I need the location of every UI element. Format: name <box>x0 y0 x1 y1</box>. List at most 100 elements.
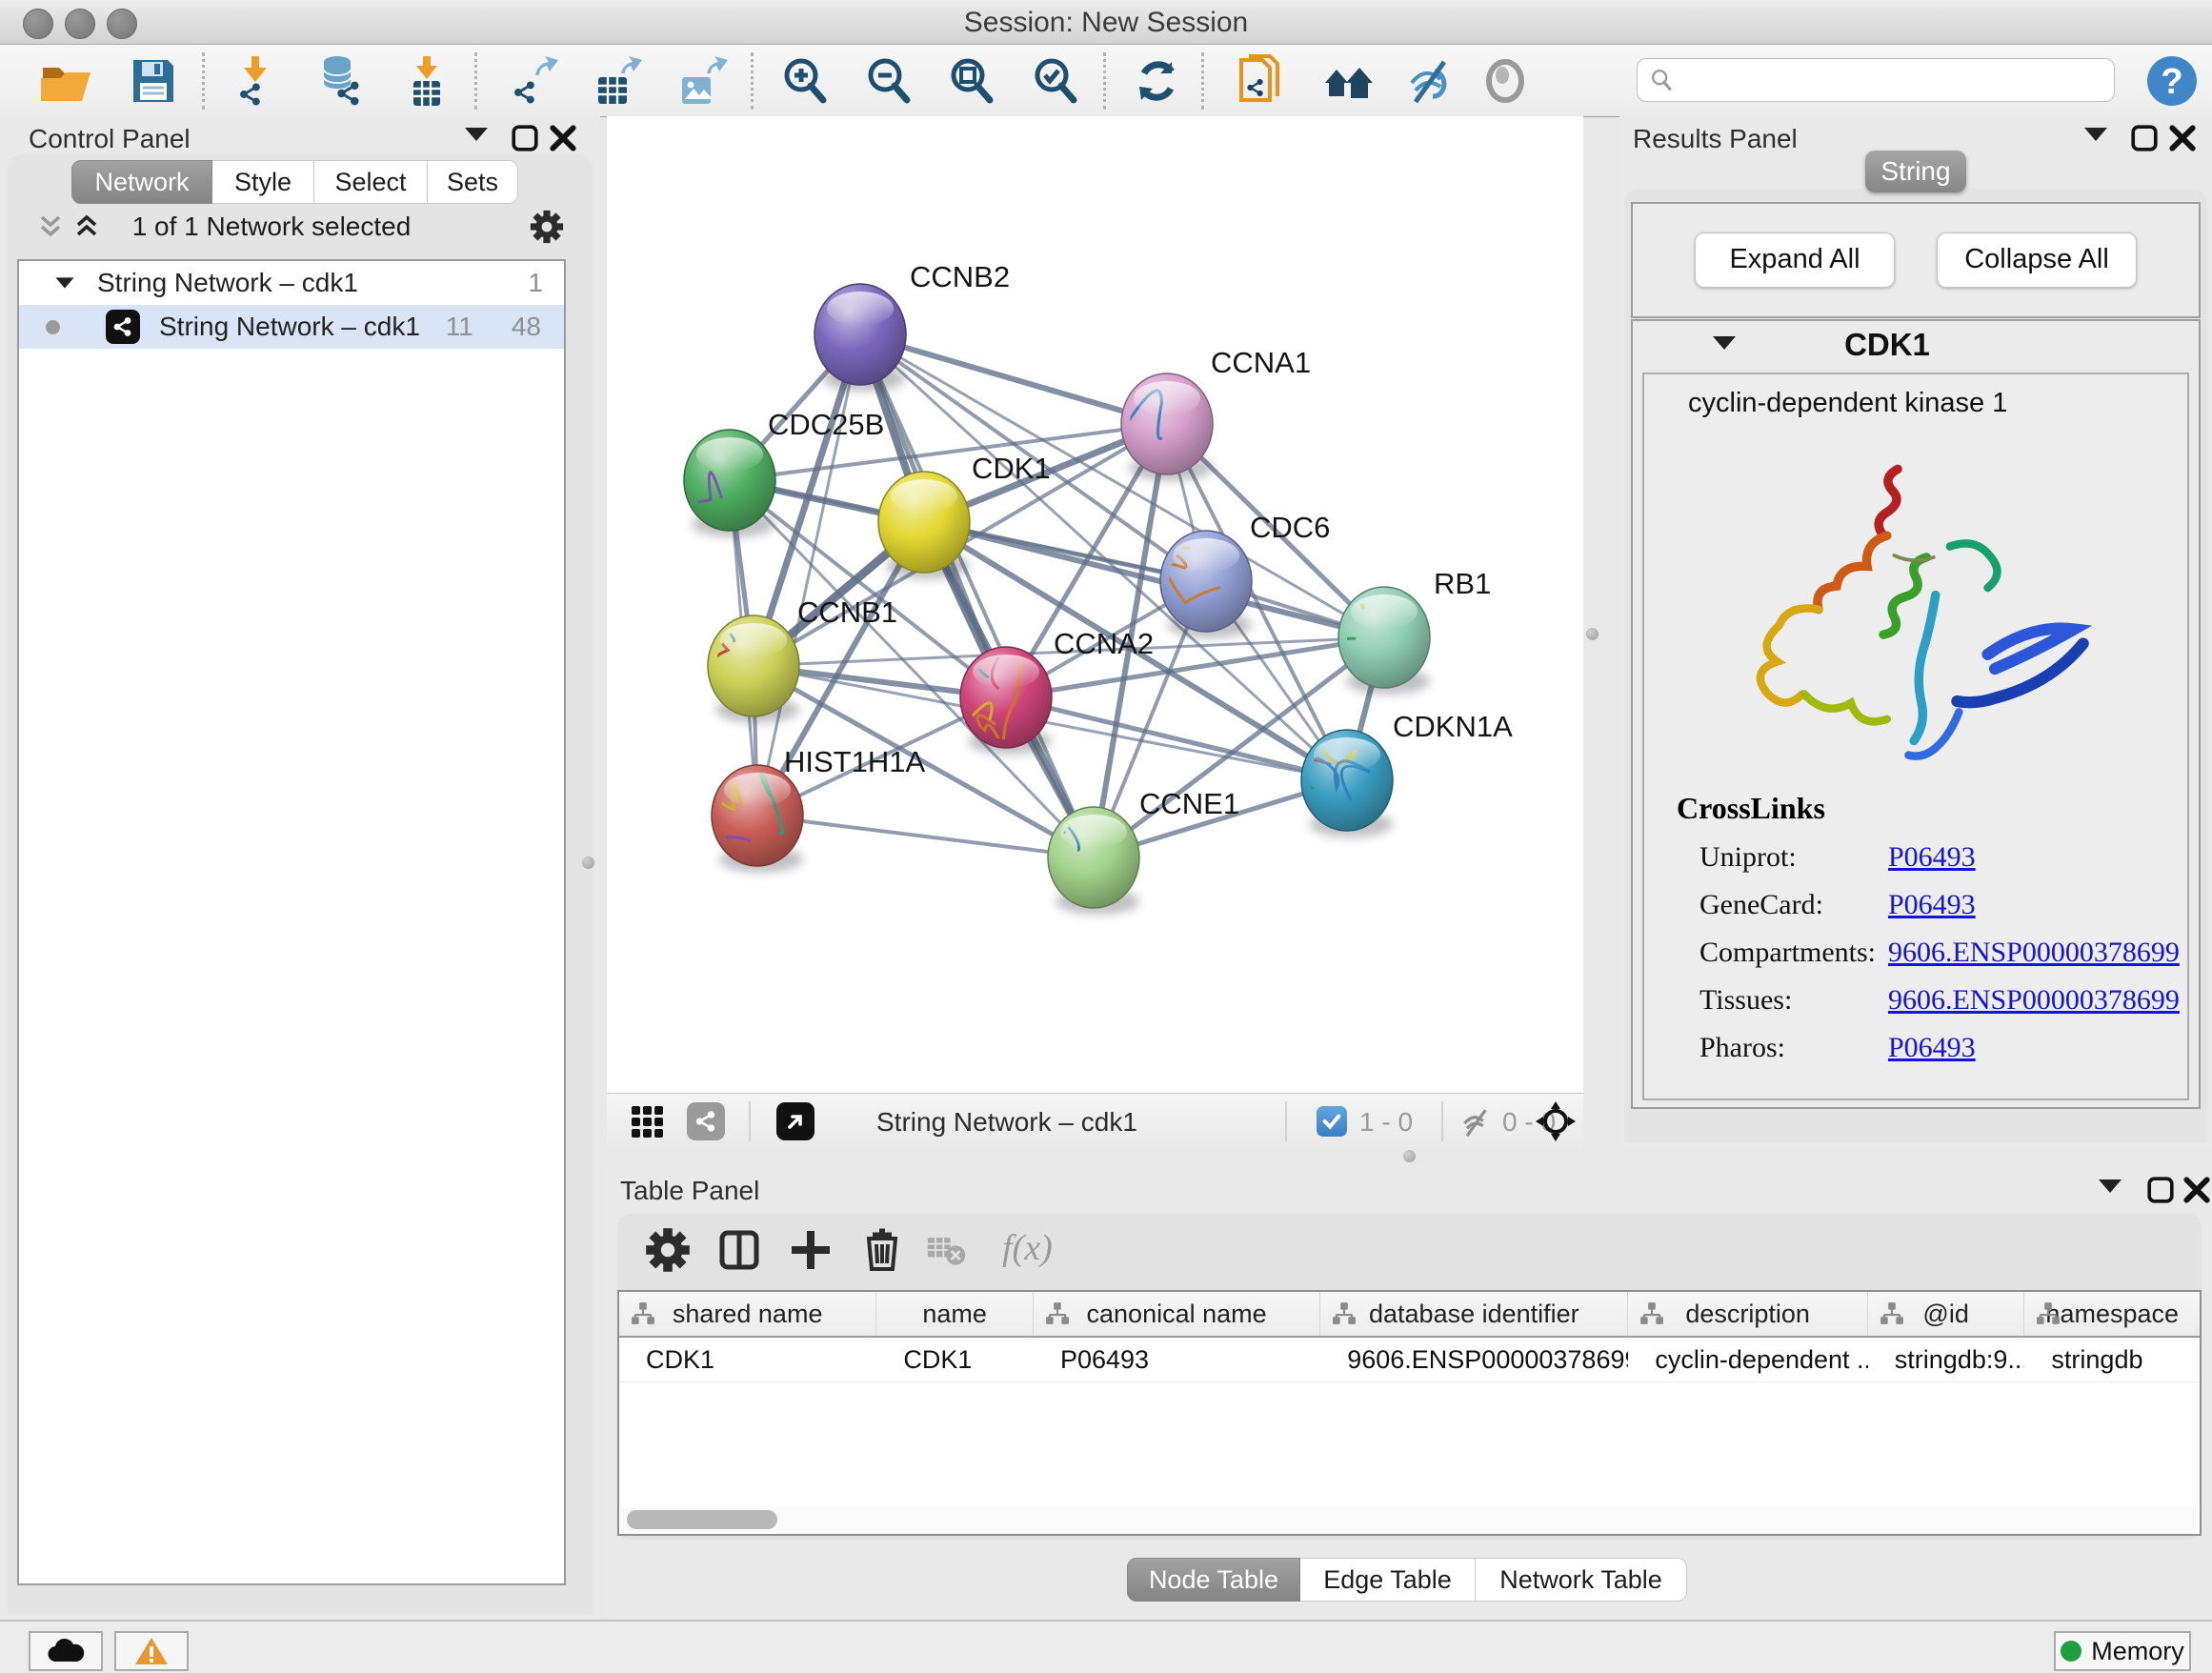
crosslink-link[interactable]: 9606.ENSP00000378699 <box>1888 984 2180 1017</box>
results-panel-float-icon[interactable] <box>2128 124 2161 152</box>
table-panel-close-icon[interactable] <box>2181 1176 2212 1204</box>
delete-table-icon[interactable] <box>926 1227 968 1273</box>
table-panel-title: Table Panel <box>620 1176 759 1206</box>
table-panel-collapse-icon[interactable] <box>2099 1179 2131 1208</box>
node-label: CCNA2 <box>1054 627 1154 660</box>
tab-select[interactable]: Select <box>314 160 428 204</box>
table-horizontal-scrollbar[interactable] <box>621 1507 2198 1532</box>
node-label: CCNB2 <box>910 260 1010 293</box>
selected-checkbox[interactable] <box>1317 1106 1347 1137</box>
results-panel-close-icon[interactable] <box>2166 124 2199 152</box>
grid-view-icon[interactable] <box>630 1104 666 1140</box>
table-row[interactable]: CDK1 CDK1 P06493 9606.ENSP00000378699 cy… <box>619 1338 2200 1382</box>
cell-namespace[interactable]: stringdb <box>2024 1338 2200 1381</box>
collapse-all-button[interactable]: Collapse All <box>1937 232 2137 288</box>
column-header-namespace[interactable]: namespace <box>2024 1292 2200 1336</box>
node-table[interactable]: shared name name canonical name database… <box>617 1290 2202 1536</box>
string-home-icon[interactable] <box>1321 54 1375 108</box>
table-tabs: Node Table Edge Table Network Table <box>1127 1558 1687 1602</box>
node-label: CDKN1A <box>1393 710 1513 743</box>
show-eye-icon[interactable] <box>1478 54 1532 108</box>
warning-icon <box>134 1636 169 1666</box>
right-splitter-handle[interactable] <box>1586 628 1599 640</box>
current-network-indicator <box>46 320 60 334</box>
crosslink-row: Pharos: P06493 <box>1677 1032 2187 1064</box>
network-graph[interactable]: CCNB2CCNA1CDC25BCDK1CDC6RB1CCNB1CCNA2CDK… <box>607 116 1583 1093</box>
column-header-id[interactable]: @id <box>1868 1292 2025 1336</box>
zoom-out-icon[interactable] <box>862 54 915 108</box>
cell-canonical-name[interactable]: P06493 <box>1034 1338 1320 1381</box>
tab-string[interactable]: String <box>1865 151 1966 192</box>
collection-expander-icon[interactable] <box>55 277 73 288</box>
crosslink-link[interactable]: 9606.ENSP00000378699 <box>1888 937 2180 969</box>
open-in-new-window-icon[interactable] <box>776 1102 814 1140</box>
zoom-fit-icon[interactable] <box>945 54 998 108</box>
protein-card-header[interactable]: CDK1 <box>1633 321 2199 369</box>
create-column-icon[interactable] <box>788 1227 834 1273</box>
network-canvas[interactable]: CCNB2CCNA1CDC25BCDK1CDC6RB1CCNB1CCNA2CDK… <box>607 116 1583 1093</box>
control-panel-float-icon[interactable] <box>509 124 541 152</box>
table-options-gear-icon[interactable] <box>645 1227 691 1273</box>
refresh-icon[interactable] <box>1131 54 1184 108</box>
column-header-name[interactable]: name <box>876 1292 1034 1336</box>
hide-glasses-icon[interactable] <box>1402 54 1456 108</box>
tab-style[interactable]: Style <box>212 160 314 204</box>
delete-column-icon[interactable] <box>859 1227 905 1273</box>
search-input[interactable] <box>1637 58 2115 102</box>
scrollbar-thumb[interactable] <box>627 1510 777 1529</box>
zoom-in-icon[interactable] <box>778 54 832 108</box>
help-icon[interactable]: ? <box>2145 54 2199 108</box>
crosslink-row: GeneCard: P06493 <box>1677 889 2187 921</box>
crosslink-row: Uniprot: P06493 <box>1677 841 2187 874</box>
birds-eye-view-icon[interactable] <box>1536 1101 1576 1141</box>
tab-edge-table[interactable]: Edge Table <box>1300 1558 1476 1602</box>
zoom-selected-icon[interactable] <box>1029 54 1082 108</box>
cell-description[interactable]: cyclin-dependent ... <box>1628 1338 1867 1381</box>
left-splitter-handle[interactable] <box>582 857 594 869</box>
column-header-description[interactable]: description <box>1628 1292 1867 1336</box>
export-table-icon[interactable] <box>591 54 644 108</box>
column-header-database-identifier[interactable]: database identifier <box>1320 1292 1628 1336</box>
crosslink-link[interactable]: P06493 <box>1888 889 1976 921</box>
import-table-icon[interactable] <box>400 54 453 108</box>
protein-description: cyclin-dependent kinase 1 <box>1688 388 2187 419</box>
open-session-icon[interactable] <box>38 54 91 108</box>
export-image-icon[interactable] <box>674 54 728 108</box>
svg-text:?: ? <box>2161 62 2182 102</box>
warning-button[interactable] <box>114 1631 189 1671</box>
string-import-icon[interactable] <box>1236 54 1289 108</box>
cloud-button[interactable] <box>29 1631 103 1671</box>
results-panel-collapse-icon[interactable] <box>2084 128 2117 156</box>
control-panel-close-icon[interactable] <box>547 124 579 152</box>
cell-name[interactable]: CDK1 <box>876 1338 1034 1381</box>
toolbar-separator <box>474 52 477 110</box>
export-network-icon[interactable] <box>507 54 560 108</box>
expand-all-button[interactable]: Expand All <box>1695 232 1895 288</box>
bottom-splitter-handle[interactable] <box>1403 1150 1416 1162</box>
network-options-gear-icon[interactable] <box>530 210 564 244</box>
network-collection-row[interactable]: String Network – cdk1 1 <box>19 261 564 305</box>
title-bar: Session: New Session <box>0 0 2212 45</box>
table-panel-float-icon[interactable] <box>2144 1176 2177 1204</box>
column-header-shared-name[interactable]: shared name <box>619 1292 876 1336</box>
column-header-canonical-name[interactable]: canonical name <box>1034 1292 1320 1336</box>
toolbar-separator <box>1285 1101 1287 1141</box>
memory-button[interactable]: Memory <box>2054 1631 2191 1671</box>
cell-shared-name[interactable]: CDK1 <box>619 1338 876 1381</box>
crosslink-link[interactable]: P06493 <box>1888 841 1976 874</box>
import-network-database-icon[interactable] <box>312 54 366 108</box>
cell-database-identifier[interactable]: 9606.ENSP00000378699 <box>1320 1338 1628 1381</box>
crosslink-link[interactable]: P06493 <box>1888 1032 1976 1064</box>
import-network-file-icon[interactable] <box>229 54 282 108</box>
cell-id[interactable]: stringdb:9... <box>1868 1338 2025 1381</box>
tab-network[interactable]: Network <box>71 160 212 204</box>
save-session-icon[interactable] <box>126 54 179 108</box>
tab-node-table[interactable]: Node Table <box>1127 1558 1300 1602</box>
tab-network-table[interactable]: Network Table <box>1476 1558 1687 1602</box>
tab-sets[interactable]: Sets <box>428 160 518 204</box>
control-panel-collapse-icon[interactable] <box>465 128 497 156</box>
network-view-icon[interactable] <box>687 1102 725 1140</box>
function-builder-icon[interactable]: f(x) <box>1002 1227 1053 1269</box>
show-columns-icon[interactable] <box>716 1227 762 1273</box>
network-row[interactable]: String Network – cdk1 11 48 <box>19 305 564 349</box>
